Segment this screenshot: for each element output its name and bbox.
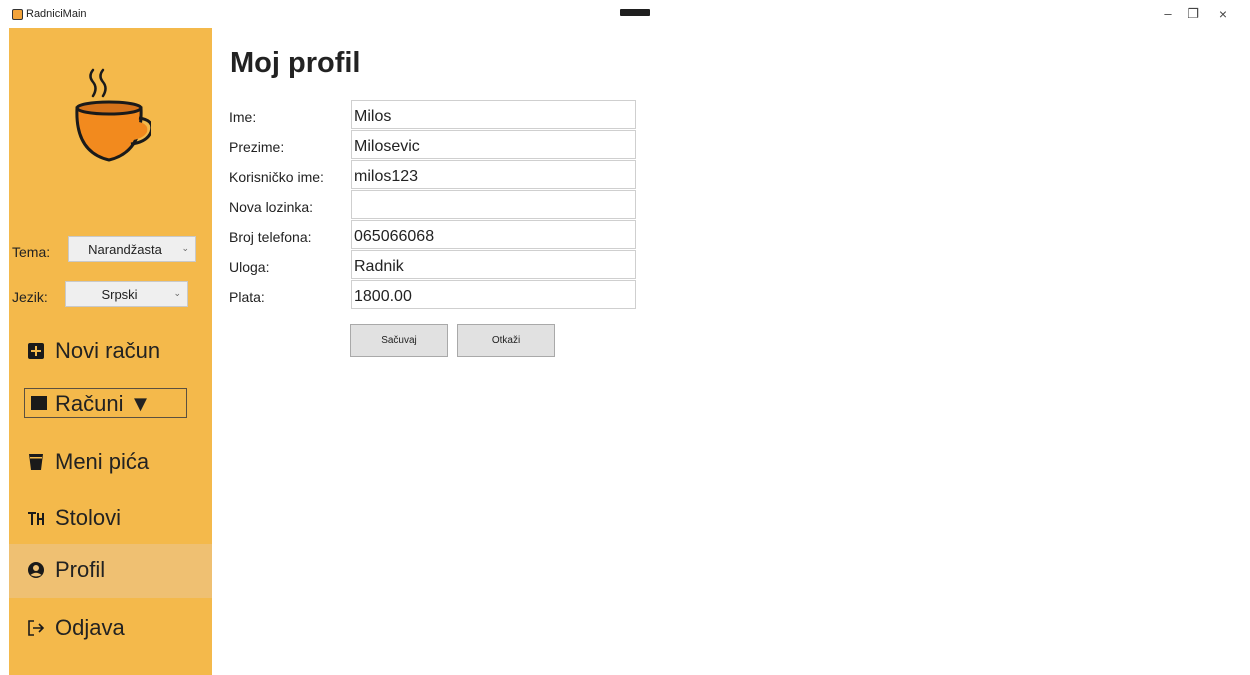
field-label: Uloga: <box>229 259 270 275</box>
title-bar: RadniciMain – ❐ × <box>0 0 1250 28</box>
nav-item-profil[interactable]: Profil <box>9 544 212 598</box>
logout-icon <box>28 620 45 636</box>
username-input[interactable] <box>351 160 636 189</box>
nav-item-label: Profil <box>55 557 106 582</box>
field-row-ime: Ime: <box>229 100 639 130</box>
first-name-input[interactable] <box>351 100 636 129</box>
maximize-button[interactable]: ❐ <box>1183 6 1203 22</box>
field-row-uloga: Uloga: <box>229 250 639 280</box>
field-row-prezime: Prezime: <box>229 130 639 160</box>
nav-item-label: Stolovi <box>55 505 122 530</box>
minimize-button[interactable]: – <box>1158 6 1178 22</box>
role-input[interactable] <box>351 250 636 279</box>
phone-input[interactable] <box>351 220 636 249</box>
nav-item-racuni[interactable]: Računi ▼ <box>9 388 212 420</box>
language-row: Jezik: Srpski ⌄ <box>9 281 212 311</box>
nav-item-stolovi[interactable]: Stolovi <box>9 492 212 546</box>
nav-item-novi-racun[interactable]: Novi račun <box>9 325 212 379</box>
field-row-plata: Plata: <box>229 280 639 310</box>
field-row-korisnicko-ime: Korisničko ime: <box>229 160 639 190</box>
nav-item-odjava[interactable]: Odjava <box>9 602 212 656</box>
drag-handle[interactable] <box>620 9 650 16</box>
plus-square-icon <box>28 343 44 359</box>
field-label: Nova lozinka: <box>229 199 314 215</box>
theme-selected-value: Narandžasta <box>88 242 162 257</box>
nav-item-meni-pica[interactable]: Meni pića <box>9 436 212 490</box>
field-row-nova-lozinka: Nova lozinka: <box>229 190 639 220</box>
theme-select[interactable]: Narandžasta ⌄ <box>68 236 196 262</box>
nav-item-label: Meni pića <box>55 449 150 474</box>
field-label: Ime: <box>229 109 257 125</box>
salary-input[interactable] <box>351 280 636 309</box>
new-password-input[interactable] <box>351 190 636 219</box>
field-label: Prezime: <box>229 139 285 155</box>
coffee-cup-logo-icon <box>75 68 151 162</box>
language-label: Jezik: <box>12 289 48 305</box>
receipt-icon <box>31 396 47 410</box>
language-select[interactable]: Srpski ⌄ <box>65 281 188 307</box>
theme-row: Tema: Narandžasta ⌄ <box>9 236 212 266</box>
nav-item-label: Odjava <box>55 615 125 640</box>
field-label: Plata: <box>229 289 265 305</box>
field-label: Broj telefona: <box>229 229 312 245</box>
theme-label: Tema: <box>12 244 51 260</box>
cancel-button[interactable]: Otkaži <box>457 324 555 357</box>
user-circle-icon <box>28 562 44 578</box>
save-button[interactable]: Sačuvaj <box>350 324 448 357</box>
language-selected-value: Srpski <box>101 287 138 302</box>
window-title: RadniciMain <box>26 8 87 20</box>
field-row-broj-telefona: Broj telefona: <box>229 220 639 250</box>
field-label: Korisničko ime: <box>229 169 324 185</box>
nav-item-label: Računi ▼ <box>55 391 152 416</box>
chevron-down-icon: ⌄ <box>173 288 181 298</box>
page-title: Moj profil <box>230 47 361 79</box>
app-icon <box>12 9 23 20</box>
racuni-dropdown[interactable]: Računi ▼ <box>24 388 187 418</box>
close-button[interactable]: × <box>1213 6 1233 22</box>
table-icon <box>28 512 44 525</box>
chevron-down-icon: ⌄ <box>181 243 189 253</box>
sidebar: Tema: Narandžasta ⌄ Jezik: Srpski ⌄ Novi… <box>9 28 212 675</box>
glass-icon <box>29 454 43 470</box>
last-name-input[interactable] <box>351 130 636 159</box>
nav-item-label: Novi račun <box>55 338 161 363</box>
